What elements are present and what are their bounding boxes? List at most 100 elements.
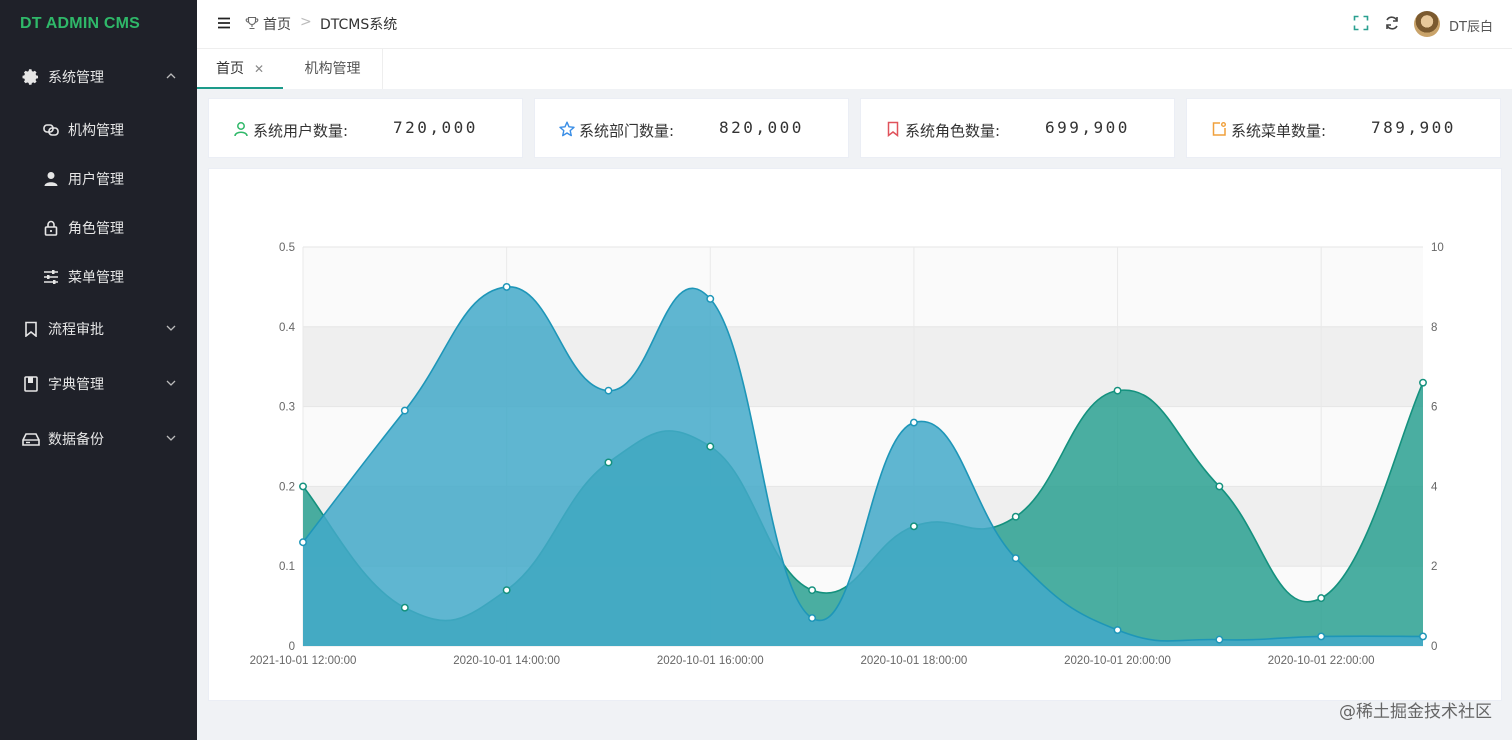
x-tick-label: 2020-10-01 16:00:00 xyxy=(657,655,764,667)
sidebar-subitem-menus[interactable]: 菜单管理 xyxy=(0,252,197,301)
y-left-tick-label: 0 xyxy=(289,641,295,653)
sidebar-subitem-label: 机构管理 xyxy=(68,122,124,139)
lock-icon xyxy=(42,219,60,237)
fullscreen-icon[interactable] xyxy=(1353,15,1369,31)
data-point xyxy=(604,458,613,467)
user-icon xyxy=(42,170,60,188)
y-right-tick-label: 4 xyxy=(1431,481,1438,493)
avatar[interactable] xyxy=(1414,11,1440,37)
y-right-tick-label: 6 xyxy=(1431,402,1437,414)
chevron-down-icon xyxy=(166,325,176,331)
refresh-icon[interactable] xyxy=(1384,15,1400,31)
data-point xyxy=(909,418,918,427)
sidebar-subitem-org[interactable]: 机构管理 xyxy=(0,105,197,154)
data-point xyxy=(1317,632,1326,641)
tab-org[interactable]: 机构管理 xyxy=(283,49,383,89)
data-point xyxy=(400,603,409,612)
watermark: @稀土掘金技术社区 xyxy=(1339,702,1492,722)
gear-icon xyxy=(22,68,40,86)
chevron-down-icon xyxy=(166,435,176,441)
stat-label: 系统角色数量: xyxy=(905,122,1001,140)
stat-value: 820,000 xyxy=(719,118,804,137)
data-point xyxy=(1419,632,1427,641)
sidebar-item-backup[interactable]: 数据备份 xyxy=(0,414,197,464)
y-right-tick-label: 10 xyxy=(1431,242,1444,254)
sliders-icon xyxy=(42,268,60,286)
stat-value: 789,900 xyxy=(1371,118,1456,137)
data-point xyxy=(1419,378,1427,387)
data-point xyxy=(808,586,817,595)
breadcrumb-home[interactable]: 首页 xyxy=(263,14,291,34)
sidebar-item-system[interactable]: 系统管理 xyxy=(0,52,197,102)
data-point xyxy=(1317,594,1326,603)
stat-card-users: 系统用户数量: 720,000 xyxy=(208,98,523,158)
data-point xyxy=(1113,626,1122,634)
x-tick-label: 2020-10-01 18:00:00 xyxy=(861,655,968,667)
bookmark-icon xyxy=(22,320,40,338)
star-icon xyxy=(559,121,575,137)
stat-card-menus: 系统菜单数量: 789,900 xyxy=(1186,98,1501,158)
tab-label: 首页 xyxy=(215,61,244,77)
data-point xyxy=(604,386,613,395)
chevron-up-icon xyxy=(166,73,176,79)
y-left-tick-label: 0.1 xyxy=(279,561,295,573)
sidebar-item-workflow[interactable]: 流程审批 xyxy=(0,304,197,354)
sidebar-item-dictionary[interactable]: 字典管理 xyxy=(0,359,197,409)
x-tick-label: 2021-10-01 12:00:00 xyxy=(250,655,357,667)
data-point xyxy=(1113,386,1122,395)
close-icon[interactable]: ✕ xyxy=(254,62,264,76)
sidebar-item-label: 流程审批 xyxy=(48,322,104,338)
user-name[interactable]: DT辰白 xyxy=(1449,16,1493,35)
book-icon xyxy=(22,375,40,393)
x-tick-label: 2020-10-01 20:00:00 xyxy=(1064,655,1171,667)
user-outline-icon xyxy=(234,122,248,137)
y-right-tick-label: 0 xyxy=(1431,641,1437,653)
y-left-tick-label: 0.2 xyxy=(279,481,295,493)
sidebar-subitem-label: 角色管理 xyxy=(68,220,124,237)
stat-card-departments: 系统部门数量: 820,000 xyxy=(534,98,849,158)
link-icon xyxy=(42,121,60,139)
area-chart: 0 0.1 0.2 0.3 0.4 0.5 0 2 4 6 8 10 2021-10-01 12:00:… xyxy=(250,242,1444,667)
sidebar-item-label: 系统管理 xyxy=(48,70,104,86)
data-point xyxy=(299,482,307,491)
sidebar-subitem-label: 菜单管理 xyxy=(68,269,124,286)
tab-label: 机构管理 xyxy=(304,61,361,77)
data-point xyxy=(706,442,715,451)
app-logo[interactable]: DT ADMIN CMS xyxy=(0,0,197,50)
menu-toggle-icon[interactable] xyxy=(217,16,231,30)
chart-panel: 0 0.1 0.2 0.3 0.4 0.5 0 2 4 6 8 10 2021-10-01 12:00:… xyxy=(208,168,1502,701)
tab-home[interactable]: 首页 ✕ xyxy=(197,49,283,89)
data-point xyxy=(1011,512,1020,521)
data-point xyxy=(502,282,511,291)
tab-bar: 首页 ✕ 机构管理 xyxy=(197,48,1512,89)
data-point xyxy=(1215,482,1224,491)
data-point xyxy=(502,586,511,595)
data-point xyxy=(1215,635,1224,644)
y-right-tick-label: 2 xyxy=(1431,561,1437,573)
edit-icon xyxy=(1212,122,1226,136)
data-point xyxy=(400,406,409,415)
chevron-down-icon xyxy=(166,380,176,386)
y-left-tick-label: 0.4 xyxy=(279,322,296,334)
sidebar-subitem-users[interactable]: 用户管理 xyxy=(0,154,197,203)
stat-label: 系统菜单数量: xyxy=(1231,122,1327,140)
sidebar-item-label: 字典管理 xyxy=(48,377,104,393)
breadcrumb-current: DTCMS系统 xyxy=(320,17,398,33)
stat-value: 699,900 xyxy=(1045,118,1130,137)
data-point xyxy=(1011,554,1020,563)
x-tick-label: 2020-10-01 14:00:00 xyxy=(453,655,560,667)
breadcrumb-separator: > xyxy=(300,14,312,30)
data-point xyxy=(706,294,715,303)
sidebar-subitem-roles[interactable]: 角色管理 xyxy=(0,203,197,252)
data-point xyxy=(909,522,918,531)
drive-icon xyxy=(22,430,40,448)
data-point xyxy=(808,614,817,623)
data-point xyxy=(299,538,307,547)
bookmark-icon xyxy=(887,121,899,137)
y-left-tick-label: 0.3 xyxy=(279,402,295,414)
x-tick-label: 2020-10-01 22:00:00 xyxy=(1268,655,1375,667)
sidebar-item-label: 数据备份 xyxy=(48,432,104,448)
y-right-tick-label: 8 xyxy=(1431,322,1437,334)
trophy-icon xyxy=(245,16,259,30)
stat-value: 720,000 xyxy=(393,118,478,137)
